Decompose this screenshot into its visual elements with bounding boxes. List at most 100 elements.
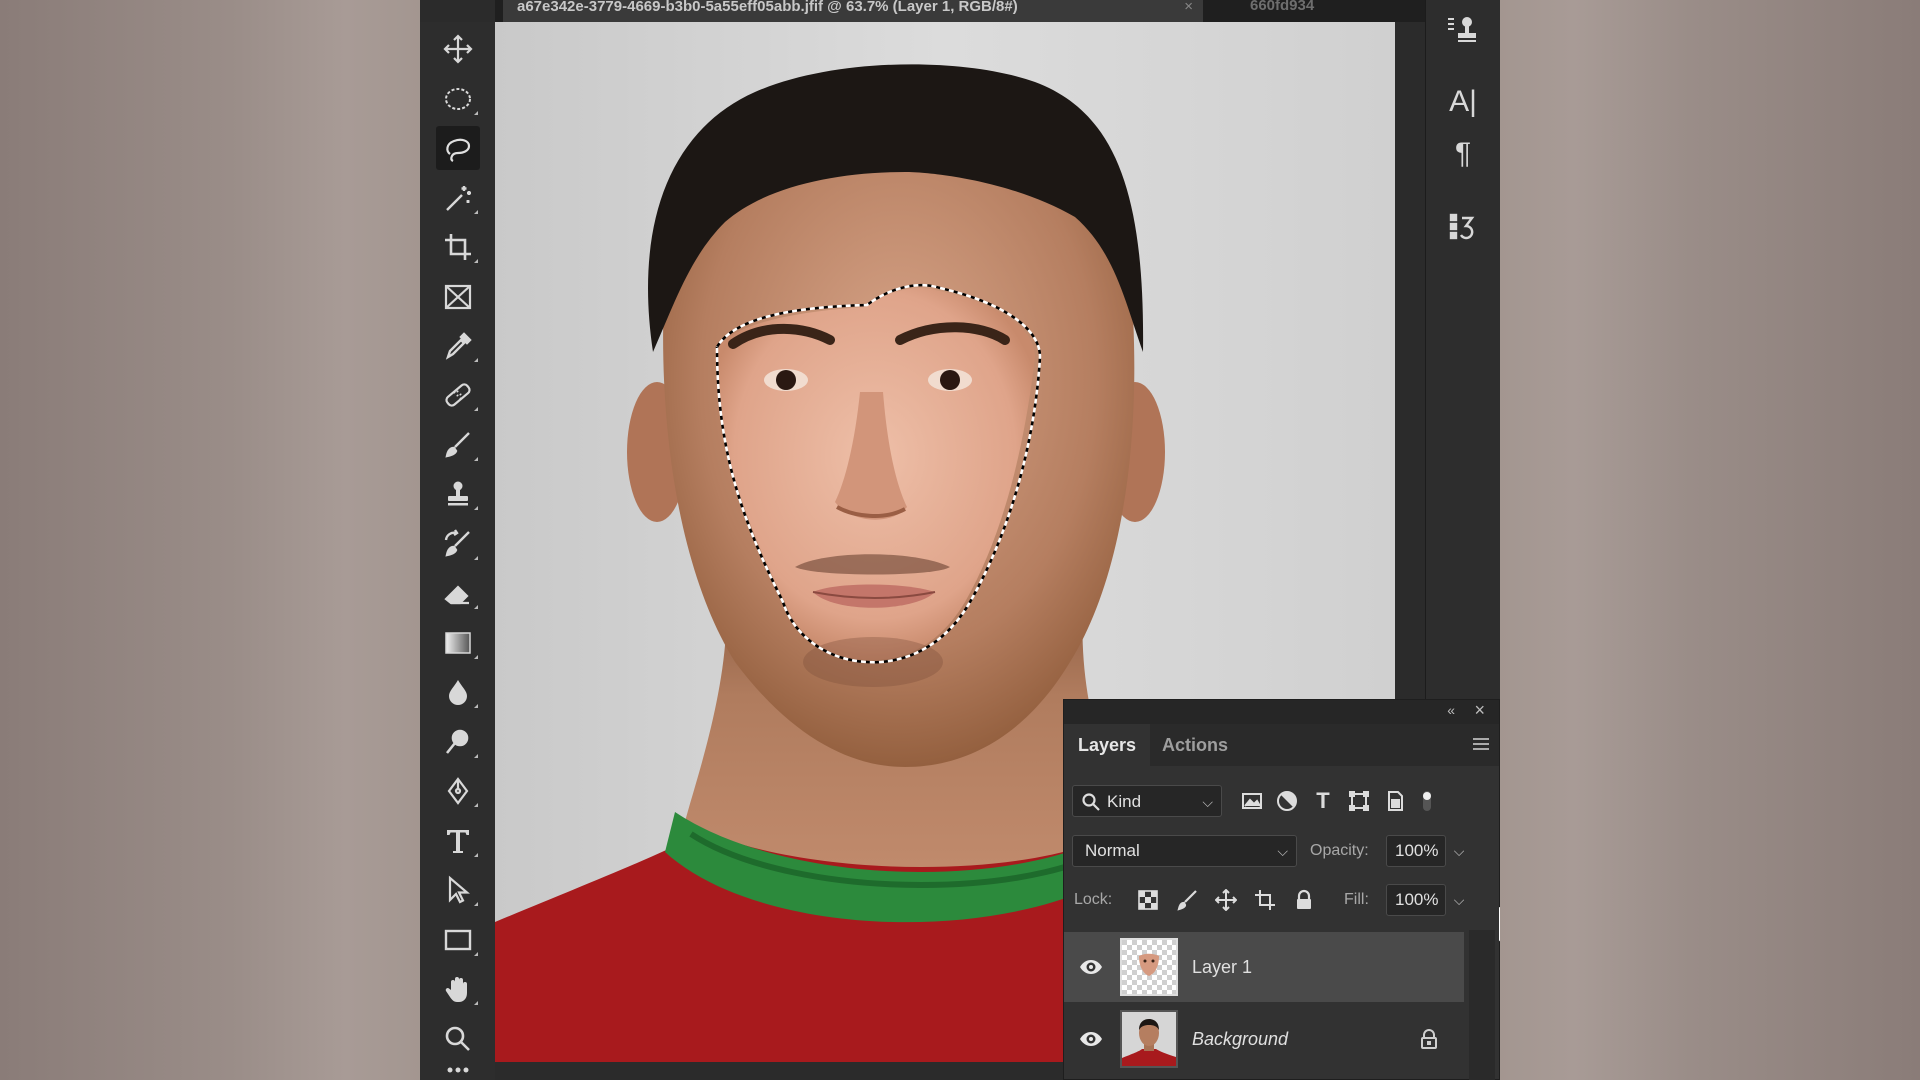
layer-row-background[interactable]: Background [1064, 1004, 1464, 1074]
filter-adjustment-icon[interactable] [1272, 787, 1302, 815]
eyedropper-tool[interactable] [436, 324, 480, 368]
tools-panel [420, 22, 496, 1080]
eye-icon[interactable] [1078, 954, 1104, 980]
collapse-panel-icon[interactable]: « [1447, 702, 1455, 718]
tab-layers[interactable]: Layers [1064, 724, 1151, 766]
filter-shape-icon[interactable] [1344, 787, 1374, 815]
elliptical-marquee-tool[interactable] [436, 77, 480, 121]
stamp-icon [448, 481, 468, 506]
frame-icon [444, 284, 472, 310]
layer-name: Layer 1 [1192, 957, 1253, 977]
document-tab-title: a67e342e-3779-4669-b3b0-5a55eff05abb.jfi… [517, 0, 1018, 15]
dodge-tool[interactable] [436, 720, 480, 764]
character-panel-icon[interactable]: A| [1438, 80, 1488, 124]
brush-icon [445, 432, 470, 458]
ellipse-marquee-icon [445, 88, 471, 110]
filter-kind-dropdown[interactable]: Kind ⌵ [1072, 785, 1222, 817]
lasso-icon [446, 138, 471, 162]
close-panel-icon[interactable]: × [1474, 700, 1485, 721]
hand-icon [445, 977, 467, 1002]
type-tool[interactable] [436, 819, 480, 863]
rectangle-icon [444, 929, 472, 951]
close-icon[interactable]: × [1184, 0, 1193, 14]
healing-brush-tool[interactable] [436, 373, 480, 417]
type-icon [447, 830, 469, 853]
move-tool[interactable] [436, 27, 480, 71]
chevron-down-icon: ⌵ [1202, 794, 1213, 810]
lock-image-pixels-icon[interactable] [1173, 886, 1201, 914]
lasso-tool[interactable] [436, 126, 480, 170]
chevron-down-icon: ⌵ [1277, 843, 1288, 859]
bandage-icon [445, 383, 471, 407]
dodge-icon [445, 729, 469, 754]
more-tools-icon[interactable] [436, 1060, 480, 1080]
blend-mode-dropdown[interactable]: Normal ⌵ [1072, 835, 1297, 867]
second-document-tab[interactable]: 660fd934 [1240, 0, 1390, 22]
layers-panel: « × Layers Actions Kind ⌵ T Normal ⌵ Opa… [1063, 699, 1500, 1080]
crop-tool[interactable] [436, 225, 480, 269]
gradient-tool[interactable] [436, 621, 480, 665]
eraser-icon [444, 585, 469, 605]
layers-scrollbar[interactable] [1469, 930, 1495, 1080]
crop-icon [445, 234, 471, 260]
hand-tool[interactable] [436, 967, 480, 1011]
paragraph-panel-icon[interactable]: ¶ [1438, 132, 1488, 176]
rectangle-tool[interactable] [436, 918, 480, 962]
eyedropper-icon [445, 332, 472, 360]
arrow-icon [448, 875, 470, 904]
history-brush-tool[interactable] [436, 522, 480, 566]
lock-icon [1421, 1029, 1437, 1049]
fill-label: Fill: [1344, 891, 1369, 908]
layer-row-layer-1[interactable]: Layer 1 [1064, 932, 1464, 1002]
lock-row: Lock: Fill: 100% ⌵ [1072, 884, 1492, 918]
lock-all-icon[interactable] [1290, 886, 1318, 914]
layer-1-thumbnail [1120, 938, 1178, 996]
brush-tool[interactable] [436, 423, 480, 467]
lock-position-icon[interactable] [1212, 886, 1240, 914]
lock-transparent-pixels-icon[interactable] [1134, 886, 1162, 914]
pen-icon [447, 777, 469, 805]
zoom-icon [445, 1026, 470, 1051]
panel-tabs: Layers Actions [1064, 724, 1499, 766]
panel-header-bar: « × [1064, 700, 1499, 724]
blend-row: Normal ⌵ Opacity: 100% ⌵ [1072, 835, 1492, 869]
blur-tool[interactable] [436, 670, 480, 714]
move-icon [443, 34, 473, 64]
frame-tool[interactable] [436, 275, 480, 319]
filter-smart-object-icon[interactable] [1380, 787, 1410, 815]
magic-wand-tool[interactable] [436, 176, 480, 220]
opacity-dropdown-icon[interactable]: ⌵ [1448, 835, 1470, 867]
background-thumbnail [1120, 1010, 1178, 1068]
pen-tool[interactable] [436, 769, 480, 813]
document-tab-bar: a67e342e-3779-4669-b3b0-5a55eff05abb.jfi… [495, 0, 1495, 22]
eye-icon[interactable] [1078, 1026, 1104, 1052]
glyphs-panel-icon[interactable] [1438, 205, 1488, 249]
layer-filter-row: Kind ⌵ T [1072, 785, 1492, 821]
fill-input[interactable]: 100% [1386, 884, 1446, 916]
path-selection-tool[interactable] [436, 868, 480, 912]
filter-type-icon[interactable]: T [1308, 787, 1338, 815]
clone-stamp-tool[interactable] [436, 472, 480, 516]
tab-actions[interactable]: Actions [1148, 724, 1242, 766]
opacity-input[interactable]: 100% [1386, 835, 1446, 867]
filter-toggle-icon[interactable] [1412, 787, 1442, 815]
properties-panel-icon[interactable] [1438, 8, 1488, 52]
filter-kind-label: Kind [1107, 792, 1142, 811]
blend-mode-value: Normal [1085, 841, 1140, 860]
history-brush-icon [444, 529, 470, 557]
panel-menu-icon[interactable] [1473, 738, 1489, 753]
magic-wand-icon [446, 186, 471, 211]
filter-pixel-icon[interactable] [1237, 787, 1267, 815]
drop-icon [449, 680, 467, 705]
lock-label: Lock: [1074, 891, 1113, 908]
mouse-cursor-icon [1499, 907, 1500, 942]
gradient-icon [445, 632, 471, 654]
lock-artboard-icon[interactable] [1251, 886, 1279, 914]
search-icon [1082, 793, 1100, 811]
zoom-tool[interactable] [436, 1017, 480, 1061]
fill-dropdown-icon[interactable]: ⌵ [1448, 884, 1470, 916]
document-tab[interactable]: a67e342e-3779-4669-b3b0-5a55eff05abb.jfi… [503, 0, 1203, 22]
opacity-label: Opacity: [1310, 842, 1369, 859]
layer-name: Background [1192, 1029, 1289, 1049]
eraser-tool[interactable] [436, 571, 480, 615]
